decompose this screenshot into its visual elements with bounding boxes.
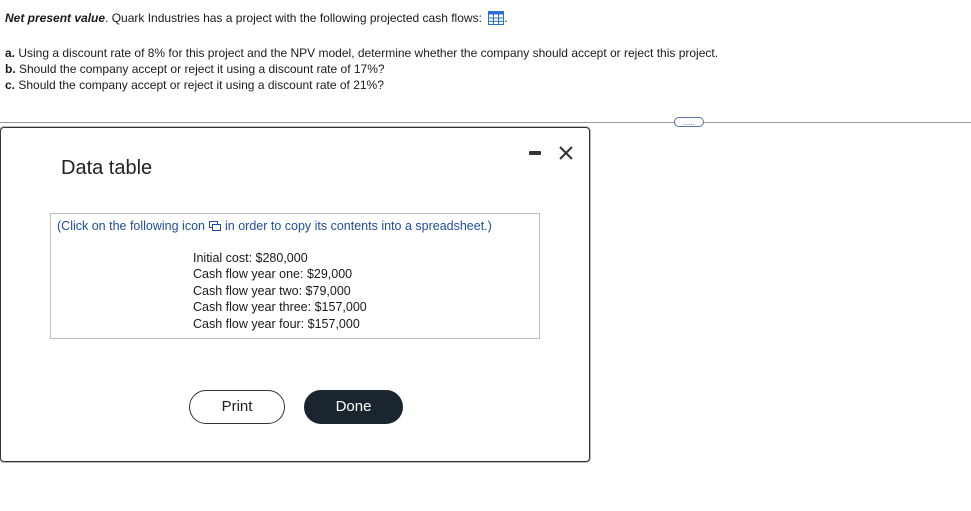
part-b-label: b. bbox=[5, 62, 16, 76]
list-item: Cash flow year three: $157,000 bbox=[193, 300, 367, 315]
question-part-b: b. Should the company accept or reject i… bbox=[5, 62, 385, 76]
table-grid-icon[interactable] bbox=[488, 11, 505, 25]
part-c-text: Should the company accept or reject it u… bbox=[15, 78, 384, 92]
copy-hint: (Click on the following icon in order to… bbox=[57, 219, 492, 233]
copy-hint-before: (Click on the following icon bbox=[57, 219, 205, 233]
question-part-a: a. Using a discount rate of 8% for this … bbox=[5, 46, 718, 60]
question-title: Net present value. Quark Industries has … bbox=[5, 11, 508, 25]
more-button[interactable]: ..... bbox=[674, 117, 704, 127]
question-title-bold: Net present value bbox=[5, 11, 106, 25]
data-table-box: (Click on the following icon in order to… bbox=[50, 213, 540, 339]
part-b-text: Should the company accept or reject it u… bbox=[15, 62, 385, 76]
question-part-c: c. Should the company accept or reject i… bbox=[5, 78, 384, 92]
list-item: Cash flow year one: $29,000 bbox=[193, 267, 353, 282]
question-title-text: . Quark Industries has a project with th… bbox=[105, 11, 482, 25]
modal-title: Data table bbox=[61, 157, 153, 179]
part-c-label: c. bbox=[5, 78, 16, 92]
close-icon[interactable] bbox=[556, 143, 576, 163]
print-button[interactable]: Print bbox=[189, 390, 285, 424]
minimize-icon[interactable] bbox=[529, 151, 541, 155]
list-item: Initial cost: $280,000 bbox=[193, 251, 308, 265]
cash-flow-list: Initial cost: $280,000 Cash flow year on… bbox=[193, 250, 367, 332]
section-divider bbox=[0, 122, 971, 123]
data-table-modal: Data table (Click on the following icon … bbox=[0, 127, 590, 462]
part-a-label: a. bbox=[5, 46, 16, 60]
question-title-tail: . bbox=[504, 11, 508, 25]
list-item: Cash flow year two: $79,000 bbox=[193, 283, 351, 298]
copy-icon[interactable] bbox=[209, 220, 221, 231]
copy-hint-after: in order to copy its contents into a spr… bbox=[225, 219, 492, 233]
done-button[interactable]: Done bbox=[304, 390, 403, 424]
part-a-text: Using a discount rate of 8% for this pro… bbox=[15, 46, 719, 60]
list-item: Cash flow year four: $157,000 bbox=[193, 316, 360, 331]
